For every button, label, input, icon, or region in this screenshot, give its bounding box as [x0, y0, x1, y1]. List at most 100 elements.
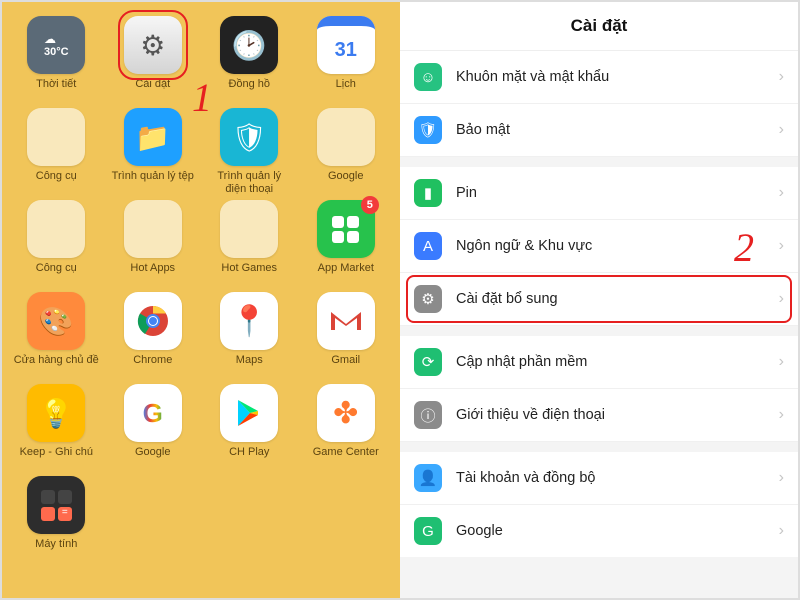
palette-icon: 🎨	[27, 292, 85, 350]
info-icon: ⓘ	[414, 401, 442, 429]
folder-tools-icon	[27, 108, 85, 166]
gamecenter-icon: ✤	[317, 384, 375, 442]
app-label: CH Play	[229, 446, 269, 472]
settings-row-label: Giới thiệu về điện thoại	[456, 407, 765, 423]
home-screen: ☁30°C Thời tiết ⚙ Cài đặt 🕑 Đồng hồ 31 Lịch Công…	[2, 2, 400, 598]
app-calendar[interactable]: 31 Lịch	[300, 16, 393, 104]
app-chrome[interactable]: Chrome	[107, 292, 200, 380]
settings-row-shield[interactable]: 🛡Bảo mật›	[400, 104, 798, 157]
folder-office-icon	[27, 200, 85, 258]
app-label: Thời tiết	[36, 78, 76, 104]
app-weather[interactable]: ☁30°C Thời tiết	[10, 16, 103, 104]
shield-icon: 🛡	[220, 108, 278, 166]
user-icon: 👤	[414, 464, 442, 492]
app-label: Cài đặt	[135, 78, 170, 104]
app-files[interactable]: 📁 Trình quản lý tệp	[107, 108, 200, 196]
app-shield[interactable]: 🛡 Trình quản lý điện thoại	[203, 108, 296, 196]
step-marker-2: 2	[734, 224, 754, 271]
files-icon: 📁	[124, 108, 182, 166]
app-label: Đồng hồ	[228, 78, 270, 104]
settings-row-label: Khuôn mặt và mật khẩu	[456, 69, 765, 85]
clock-icon: 🕑	[220, 16, 278, 74]
app-label: Keep - Ghi chú	[20, 446, 93, 472]
app-label: Lịch	[336, 78, 356, 104]
battery-icon: ▮	[414, 179, 442, 207]
app-badge: 5	[361, 196, 379, 214]
settings-row-label: Pin	[456, 185, 765, 201]
app-label: Trình quản lý tệp	[112, 170, 194, 196]
app-settings[interactable]: ⚙ Cài đặt	[107, 16, 200, 104]
app-folder-google[interactable]: Google	[300, 108, 393, 196]
app-label: Google	[135, 446, 170, 472]
settings-row-battery[interactable]: ▮Pin›	[400, 167, 798, 220]
chrome-icon	[124, 292, 182, 350]
calendar-icon: 31	[317, 16, 375, 74]
app-folder-office[interactable]: Công cụ	[10, 200, 103, 288]
app-label: Máy tính	[35, 538, 77, 564]
g-icon: G	[414, 517, 442, 545]
app-google[interactable]: G Google	[107, 384, 200, 472]
weather-icon: ☁30°C	[27, 16, 85, 74]
app-market[interactable]: 5App Market	[300, 200, 393, 288]
app-folder-hot[interactable]: Hot Apps	[107, 200, 200, 288]
settings-row-label: Cài đặt bổ sung	[456, 291, 765, 307]
chevron-right-icon: ›	[779, 353, 784, 371]
app-label: Google	[328, 170, 363, 196]
app-palette[interactable]: 🎨 Cửa hàng chủ đề	[10, 292, 103, 380]
app-play[interactable]: CH Play	[203, 384, 296, 472]
settings-panel: Cài đặt ☺Khuôn mặt và mật khẩu› 🛡 Bảo mật ›…	[400, 2, 798, 598]
app-label: Gmail	[331, 354, 360, 380]
section-gap	[400, 442, 798, 452]
settings-row-label: Google	[456, 523, 765, 539]
gmail-icon	[317, 292, 375, 350]
app-clock[interactable]: 🕑 Đồng hồ	[203, 16, 296, 104]
settings-row-gear[interactable]: ⚙ Cài đặt bổ sung ›	[400, 273, 798, 326]
app-label: Hot Games	[221, 262, 277, 288]
gear-icon: ⚙	[414, 285, 442, 313]
play-icon	[220, 384, 278, 442]
app-label: Cửa hàng chủ đề	[14, 354, 99, 380]
step-marker-1: 1	[192, 74, 212, 121]
update-icon: ⟳	[414, 348, 442, 376]
folder-hot-icon	[124, 200, 182, 258]
app-label: App Market	[318, 262, 374, 288]
folder-google-icon	[317, 108, 375, 166]
app-label: Trình quản lý điện thoại	[206, 170, 292, 196]
chevron-right-icon: ›	[779, 522, 784, 540]
settings-title: Cài đặt	[400, 2, 798, 51]
maps-icon: 📍	[220, 292, 278, 350]
chevron-right-icon: ›	[779, 290, 784, 308]
settings-icon: ⚙	[124, 16, 182, 74]
app-folder-games[interactable]: Hot Games	[203, 200, 296, 288]
app-label: Chrome	[133, 354, 172, 380]
app-keep[interactable]: 💡Keep - Ghi chú	[10, 384, 103, 472]
settings-row-label: Tài khoản và đồng bộ	[456, 470, 765, 486]
google-icon: G	[124, 384, 182, 442]
app-label: Công cụ	[36, 262, 77, 288]
section-gap	[400, 326, 798, 336]
lang-icon: A	[414, 232, 442, 260]
shield-icon: 🛡	[414, 116, 442, 144]
settings-row-label: Bảo mật	[456, 122, 765, 138]
settings-row-g[interactable]: G Google ›	[400, 505, 798, 557]
settings-row-face[interactable]: ☺Khuôn mặt và mật khẩu›	[400, 51, 798, 104]
app-folder-tools[interactable]: Công cụ	[10, 108, 103, 196]
app-label: Hot Apps	[130, 262, 175, 288]
app-gmail[interactable]: Gmail	[300, 292, 393, 380]
app-maps[interactable]: 📍 Maps	[203, 292, 296, 380]
calculator-icon: =	[27, 476, 85, 534]
chevron-right-icon: ›	[779, 237, 784, 255]
chevron-right-icon: ›	[779, 406, 784, 424]
app-gamecenter[interactable]: ✤ Game Center	[300, 384, 393, 472]
settings-row-info[interactable]: ⓘ Giới thiệu về điện thoại ›	[400, 389, 798, 442]
chevron-right-icon: ›	[779, 469, 784, 487]
app-label: Maps	[236, 354, 263, 380]
folder-games-icon	[220, 200, 278, 258]
settings-row-update[interactable]: ⟳ Cập nhật phần mềm ›	[400, 336, 798, 389]
settings-row-label: Ngôn ngữ & Khu vực	[456, 238, 765, 254]
app-calculator[interactable]: = Máy tính	[10, 476, 103, 564]
settings-row-label: Cập nhật phần mềm	[456, 354, 765, 370]
app-label: Game Center	[313, 446, 379, 472]
settings-row-user[interactable]: 👤 Tài khoản và đồng bộ ›	[400, 452, 798, 505]
app-label: Công cụ	[36, 170, 77, 196]
